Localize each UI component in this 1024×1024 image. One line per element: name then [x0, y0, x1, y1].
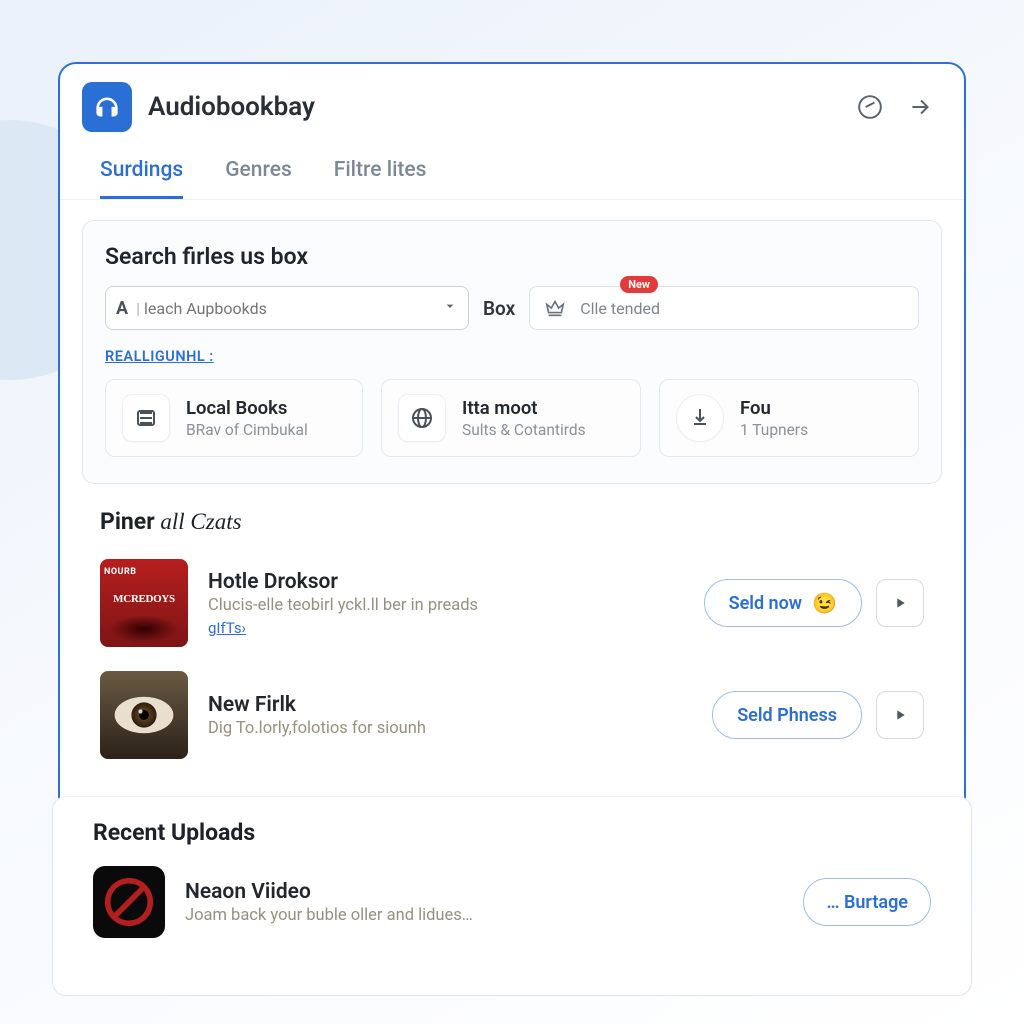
forward-icon[interactable]: [904, 91, 936, 123]
tab-genres[interactable]: Genres: [225, 150, 292, 199]
list-item: Neaon Viideo Joam back your buble oller …: [93, 862, 931, 942]
tab-filtre-lites[interactable]: Filtre lites: [334, 150, 427, 199]
card-title: Itta moot: [462, 397, 586, 419]
search-row: A | Box New Clle tended: [105, 286, 919, 330]
filter-crown-icon: [544, 297, 566, 319]
list-item: NOURB MCREDOYS Hotle Droksor Clucis-elle…: [100, 549, 924, 663]
search-input[interactable]: [144, 299, 442, 318]
search-panel: Search firles us box A | Box New Clle te…: [82, 220, 942, 484]
section-title-piner: Piner all Czats: [100, 508, 924, 535]
item-thumbnail[interactable]: NOURB MCREDOYS: [100, 559, 188, 647]
card-sub: BRav of Cimbukal: [186, 421, 308, 439]
search-input-wrap[interactable]: A |: [105, 286, 469, 330]
item-title: Hotle Droksor: [208, 570, 684, 594]
item-actions: Seld Phness: [712, 691, 924, 739]
item-actions: … Burtage: [803, 878, 931, 926]
section-title-b: all Czats: [160, 509, 241, 534]
search-link[interactable]: REALLIGUNHL :: [105, 348, 214, 365]
item-title: Neaon Viideo: [185, 880, 783, 904]
tabs: Surdings Genres Filtre lites: [60, 144, 964, 200]
item-title: New Firlk: [208, 693, 692, 717]
section-title-a: Piner: [100, 508, 160, 535]
cursor-caret-icon: |: [136, 299, 140, 318]
sell-phness-button[interactable]: Seld Phness: [712, 691, 862, 739]
card-sub: 1 Tupners: [740, 421, 808, 439]
chevron-down-icon[interactable]: [442, 298, 458, 318]
play-button[interactable]: [876, 579, 924, 627]
status-icon[interactable]: [854, 91, 886, 123]
item-thumbnail[interactable]: [93, 866, 165, 938]
item-thumbnail[interactable]: [100, 671, 188, 759]
item-subtitle: Joam back your buble oller and lidues…: [185, 906, 783, 925]
item-actions: Seld now 😉: [704, 579, 924, 627]
button-label: Seld now: [729, 593, 803, 614]
card-local-books[interactable]: Local Books BRav of Cimbukal: [105, 379, 363, 457]
card-title: Local Books: [186, 397, 308, 419]
header: Audiobookbay: [60, 64, 964, 144]
button-label: … Burtage: [826, 892, 908, 913]
card-sub: Sults & Cotantirds: [462, 421, 586, 439]
text-a-icon: A: [116, 298, 128, 319]
new-badge: New: [620, 276, 658, 293]
card-title: Fou: [740, 397, 808, 419]
card-row: Local Books BRav of Cimbukal Itta moot S…: [105, 379, 919, 457]
search-panel-title: Search firles us box: [105, 243, 919, 270]
tab-surdings[interactable]: Surdings: [100, 150, 183, 199]
wink-emoji-icon: 😉: [812, 591, 837, 615]
download-icon: [676, 394, 724, 442]
globe-icon: [398, 394, 446, 442]
burtage-button[interactable]: … Burtage: [803, 878, 931, 926]
section-piner: Piner all Czats NOURB MCREDOYS Hotle Dro…: [60, 484, 964, 775]
item-subtitle: Dig To.lorly,folotios for siounh: [208, 719, 692, 738]
card-fou[interactable]: Fou 1 Tupners: [659, 379, 919, 457]
thumb-text: MCREDOYS: [100, 593, 188, 605]
thumb-band: NOURB: [104, 567, 137, 577]
play-button[interactable]: [876, 691, 924, 739]
sell-now-button[interactable]: Seld now 😉: [704, 579, 862, 627]
app-logo: [82, 82, 132, 132]
filter-select[interactable]: New Clle tended: [529, 286, 919, 330]
card-itta-moot[interactable]: Itta moot Sults & Cotantirds: [381, 379, 641, 457]
list-icon: [122, 394, 170, 442]
recent-uploads-panel: Recent Uploads Neaon Viideo Joam back yo…: [52, 796, 972, 996]
button-label: Seld Phness: [737, 705, 837, 726]
section-title-recent: Recent Uploads: [93, 819, 931, 846]
box-label: Box: [483, 297, 515, 320]
filter-select-text: Clle tended: [580, 299, 660, 318]
item-link[interactable]: gIfTs›: [208, 619, 246, 637]
list-item: New Firlk Dig To.lorly,folotios for siou…: [100, 663, 924, 775]
app-title: Audiobookbay: [148, 92, 315, 122]
item-subtitle: Clucis-elle teobirl yckl.ll ber in pread…: [208, 596, 684, 615]
